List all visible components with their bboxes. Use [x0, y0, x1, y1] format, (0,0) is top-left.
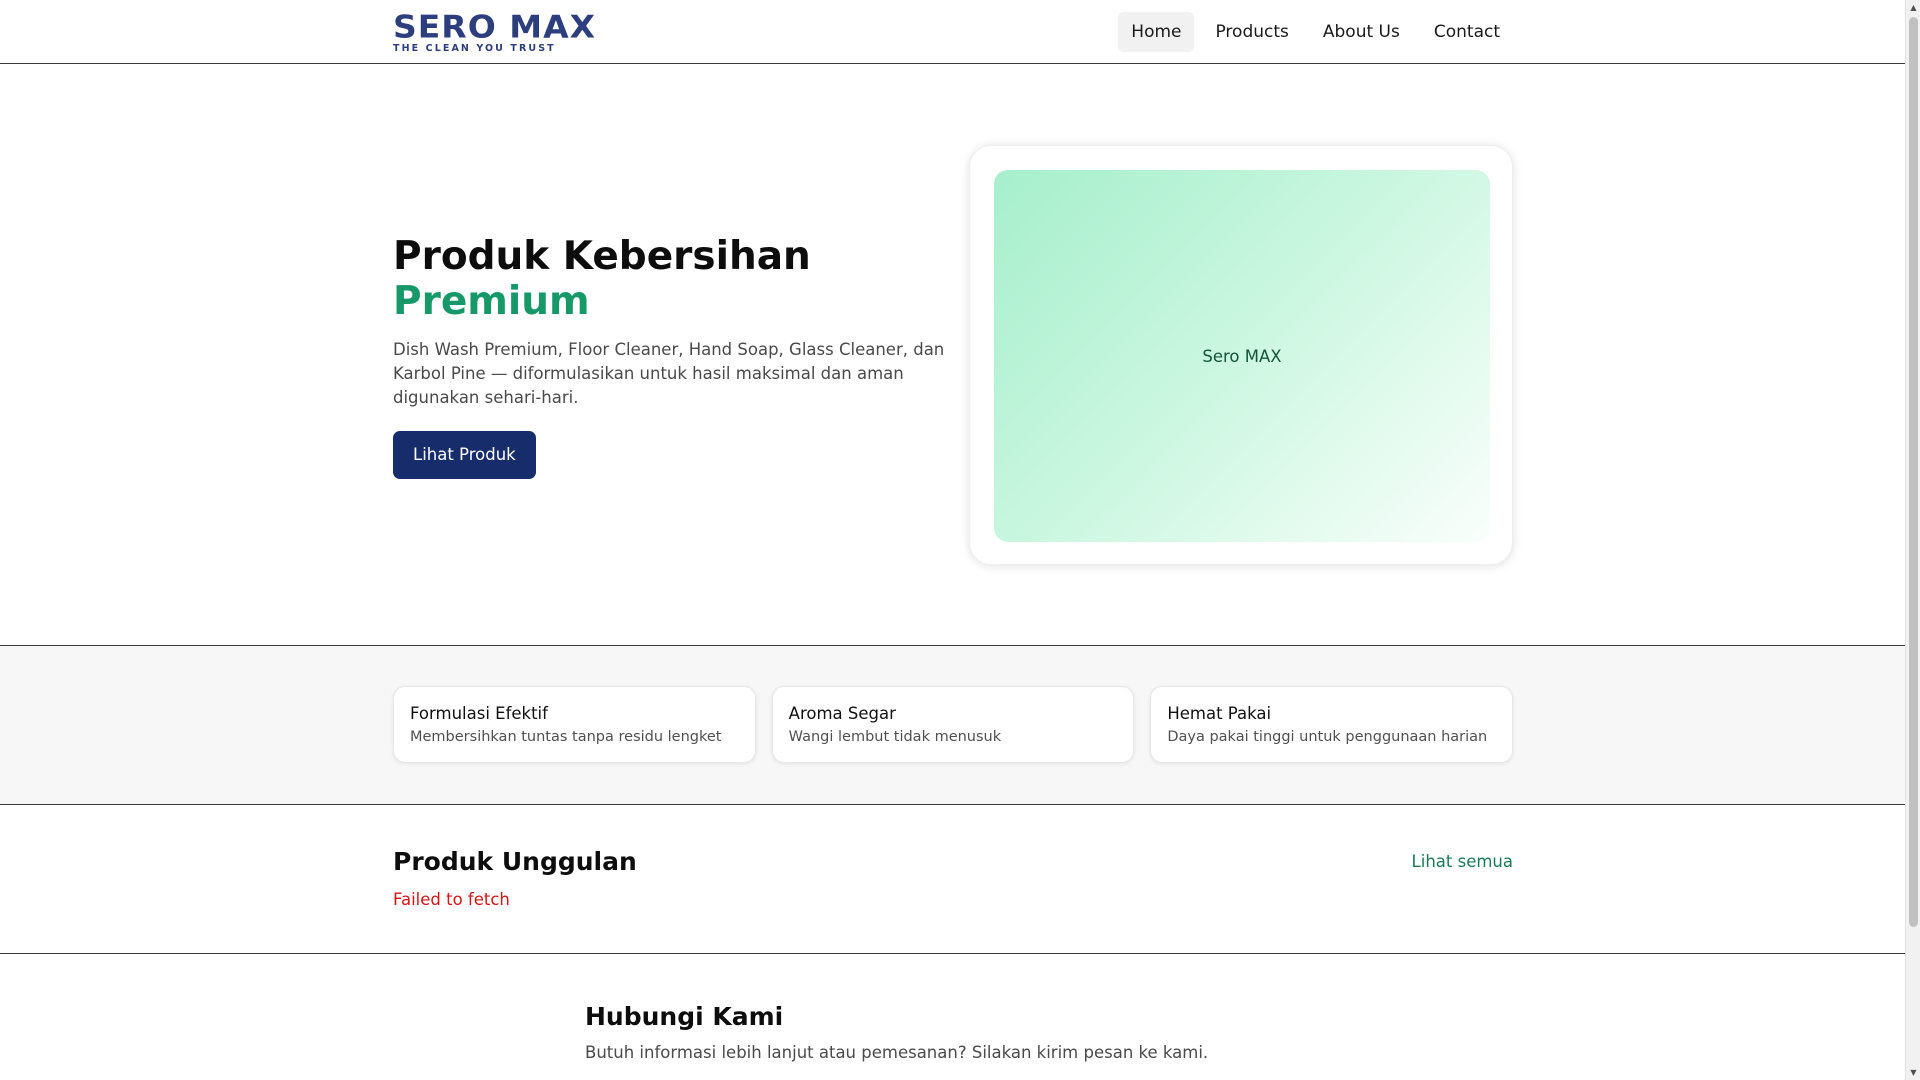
- contact-title: Hubungi Kami: [585, 1002, 784, 1031]
- nav-item-contact[interactable]: Contact: [1421, 12, 1513, 52]
- hero-image-label: Sero MAX: [1202, 346, 1282, 366]
- fetch-error-message: Failed to fetch: [393, 890, 510, 909]
- scrollbar-thumb[interactable]: [1909, 17, 1918, 927]
- featured-header: Produk Unggulan Lihat semua: [393, 847, 1513, 876]
- feature-text: Wangi lembut tidak menusuk: [788, 729, 1002, 745]
- feature-title: Formulasi Efektif: [410, 704, 548, 723]
- site-header: SERO MAX THE CLEAN YOU TRUST Home Produc…: [0, 0, 1905, 64]
- featured-container: Produk Unggulan Lihat semua Failed to fe…: [393, 805, 1513, 909]
- feature-title: Hemat Pakai: [1167, 704, 1272, 723]
- hero-title-main: Produk Kebersihan: [393, 234, 811, 279]
- brand-tagline: THE CLEAN YOU TRUST: [393, 43, 556, 55]
- view-products-button[interactable]: Lihat Produk: [393, 431, 536, 479]
- main-nav: Home Products About Us Contact: [1118, 12, 1513, 52]
- scroll-down-arrow-icon[interactable]: ▼: [1906, 1065, 1920, 1080]
- feature-text: Membersihkan tuntas tanpa residu lengket: [410, 729, 722, 745]
- hero-image-card: Sero MAX: [969, 145, 1513, 565]
- hero-title-accent: Premium: [393, 279, 590, 324]
- scroll-up-arrow-icon[interactable]: ▲: [1906, 0, 1920, 15]
- contact-section: Hubungi Kami Butuh informasi lebih lanju…: [0, 954, 1905, 1062]
- nav-item-products[interactable]: Products: [1202, 12, 1301, 52]
- feature-card: Formulasi Efektif Membersihkan tuntas ta…: [393, 686, 756, 763]
- nav-item-home[interactable]: Home: [1118, 12, 1195, 52]
- featured-products-section: Produk Unggulan Lihat semua Failed to fe…: [0, 805, 1905, 954]
- contact-text: Butuh informasi lebih lanjut atau pemesa…: [585, 1043, 1209, 1062]
- feature-text: Daya pakai tinggi untuk penggunaan haria…: [1167, 729, 1488, 745]
- features-container: Formulasi Efektif Membersihkan tuntas ta…: [393, 646, 1514, 763]
- brand-logo[interactable]: SERO MAX THE CLEAN YOU TRUST: [393, 10, 596, 54]
- page: SERO MAX THE CLEAN YOU TRUST Home Produc…: [0, 0, 1905, 1080]
- featured-title: Produk Unggulan: [393, 847, 637, 876]
- view-all-link[interactable]: Lihat semua: [1412, 852, 1513, 871]
- header-container: SERO MAX THE CLEAN YOU TRUST Home Produc…: [393, 0, 1513, 64]
- hero-section: Produk Kebersihan Premium Dish Wash Prem…: [0, 64, 1905, 645]
- feature-card: Aroma Segar Wangi lembut tidak menusuk: [771, 686, 1135, 763]
- hero-image-placeholder: Sero MAX: [994, 170, 1490, 542]
- feature-title: Aroma Segar: [788, 704, 896, 723]
- feature-card: Hemat Pakai Daya pakai tinggi untuk peng…: [1150, 686, 1514, 763]
- nav-item-about-us[interactable]: About Us: [1310, 12, 1413, 52]
- brand-name: SERO MAX: [393, 8, 597, 46]
- hero-description: Dish Wash Premium, Floor Cleaner, Hand S…: [393, 340, 945, 407]
- features-section: Formulasi Efektif Membersihkan tuntas ta…: [0, 645, 1905, 805]
- contact-container: Hubungi Kami Butuh informasi lebih lanju…: [393, 954, 1513, 1062]
- page-scrollbar[interactable]: ▲ ▼: [1905, 0, 1920, 1080]
- hero-text: Produk Kebersihan Premium Dish Wash Prem…: [393, 234, 953, 479]
- hero-title: Produk Kebersihan Premium: [393, 234, 953, 324]
